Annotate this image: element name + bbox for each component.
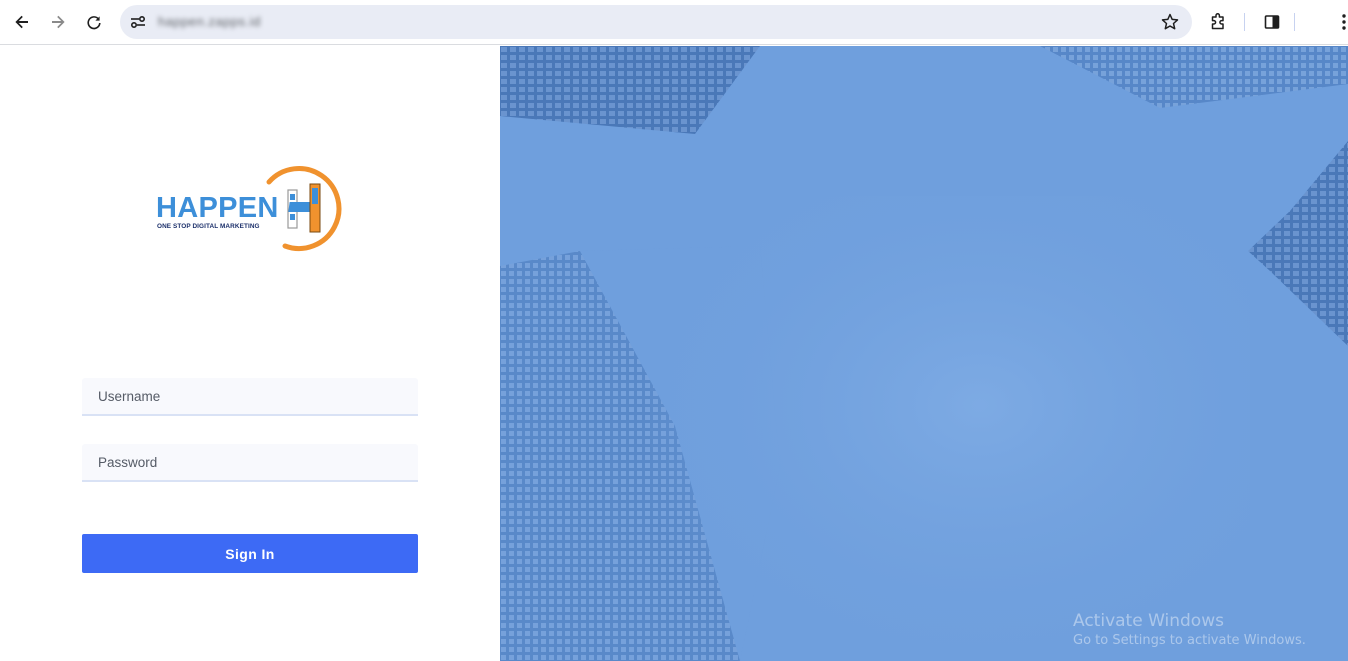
hero-background-image — [500, 46, 1348, 661]
more-vert-icon[interactable] — [1331, 9, 1348, 35]
watermark-subtitle: Go to Settings to activate Windows. — [1073, 633, 1306, 648]
logo-tagline: ONE STOP DIGITAL MARKETING — [157, 223, 260, 230]
site-settings-icon[interactable] — [128, 12, 148, 32]
username-field[interactable] — [82, 378, 418, 416]
address-bar[interactable]: happen.zapps.id — [120, 5, 1192, 39]
login-panel: HAPPEN ONE STOP DIGITAL MARKETING Sign I… — [0, 46, 500, 661]
bookmark-star-icon[interactable] — [1160, 12, 1180, 32]
toolbar-divider — [1244, 13, 1245, 31]
browser-toolbar: happen.zapps.id — [0, 0, 1348, 45]
logo-wordmark: HAPPEN — [156, 192, 279, 224]
username-input[interactable] — [82, 378, 418, 414]
extensions-icon[interactable] — [1205, 9, 1231, 35]
reload-icon[interactable] — [81, 9, 107, 35]
toolbar-divider — [1294, 13, 1295, 31]
url-text: happen.zapps.id — [158, 14, 261, 29]
watermark-title: Activate Windows — [1073, 611, 1224, 631]
side-panel-icon[interactable] — [1259, 9, 1285, 35]
password-input[interactable] — [82, 444, 418, 480]
forward-arrow-icon[interactable] — [45, 9, 71, 35]
password-field[interactable] — [82, 444, 418, 482]
windows-activation-watermark: Activate Windows Go to Settings to activ… — [1073, 610, 1306, 650]
back-arrow-icon[interactable] — [9, 9, 35, 35]
sign-in-button[interactable]: Sign In — [82, 534, 418, 573]
happen-logo: HAPPEN ONE STOP DIGITAL MARKETING — [150, 164, 350, 254]
